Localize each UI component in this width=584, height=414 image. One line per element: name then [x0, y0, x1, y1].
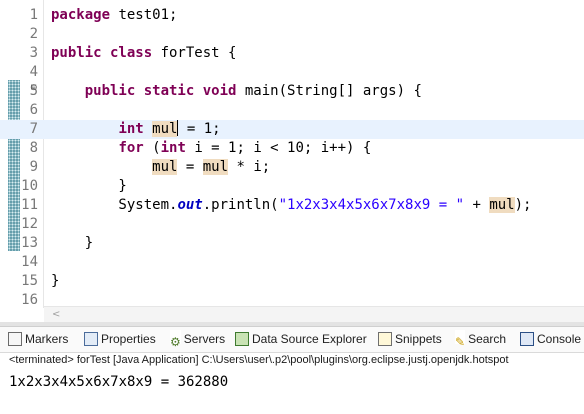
java-editor[interactable]: 1 package test01; 2 3 public class forTest {… — [0, 0, 584, 322]
code-token: System. — [51, 197, 178, 213]
line-number: 1 — [29, 7, 38, 23]
console-output-line: 1x2x3x4x5x6x7x8x9 = 362880 — [9, 374, 229, 390]
console-icon — [520, 332, 534, 346]
views-tab-bar: Markers Properties ⚙ Servers Data Source … — [0, 326, 584, 353]
keyword-token: int — [160, 140, 195, 156]
line-number: 3 — [29, 45, 38, 61]
tab-console[interactable]: Console — [520, 327, 581, 352]
keyword-token: public static void — [84, 83, 245, 99]
line-number: 11 — [21, 197, 38, 213]
tab-label: Search — [468, 332, 507, 346]
occurrence-highlight: mul — [152, 121, 178, 137]
code-line[interactable]: 3 public class forTest { — [0, 44, 584, 63]
code-text: public class forTest { — [51, 44, 236, 63]
line-number: 7 — [29, 121, 38, 137]
tab-properties[interactable]: Properties — [84, 327, 156, 352]
tab-servers[interactable]: ⚙ Servers — [170, 327, 225, 352]
line-number: 6 — [29, 102, 38, 118]
code-text: int mul = 1; — [51, 120, 221, 139]
occurrence-highlight: mul — [202, 159, 229, 175]
console-output-area[interactable]: 1x2x3x4x5x6x7x8x9 = 362880 — [0, 371, 584, 414]
line-number: 14 — [21, 254, 38, 270]
code-token: test01; — [118, 7, 178, 23]
tab-label: Servers — [183, 332, 226, 346]
keyword-token: for — [118, 140, 153, 156]
code-text: for (int i = 1; i < 10; i++) { — [51, 139, 371, 158]
tab-label: Properties — [101, 332, 156, 346]
code-token: } — [51, 273, 60, 289]
code-text: package test01; — [51, 6, 177, 25]
line-number: 10 — [21, 178, 38, 194]
data-source-explorer-icon — [235, 332, 249, 346]
code-token: = — [177, 159, 203, 175]
code-token: = 1; — [178, 121, 221, 137]
occurrence-highlight: mul — [152, 159, 178, 175]
code-token: forTest { — [160, 45, 237, 61]
occurrence-highlight: mul — [489, 197, 515, 213]
code-token: } — [51, 235, 94, 251]
tab-data-source-explorer[interactable]: Data Source Explorer — [235, 327, 367, 352]
line-number: 16 — [21, 292, 38, 308]
search-icon: ✎ — [455, 330, 466, 349]
keyword-token: public class — [51, 45, 161, 61]
line-number: 2 — [29, 26, 38, 42]
markers-icon — [8, 332, 22, 346]
code-line[interactable]: 12 — [0, 215, 584, 234]
fold-toggle-icon[interactable]: ⊖ — [30, 79, 38, 98]
code-text: } — [51, 177, 127, 196]
code-line[interactable]: 13 } — [0, 234, 584, 253]
scroll-left-icon[interactable]: < — [52, 307, 60, 322]
code-line[interactable]: 15} — [0, 272, 584, 291]
keyword-token: int — [118, 121, 153, 137]
line-number: 8 — [29, 140, 38, 156]
string-token: "1x2x3x4x5x6x7x8x9 = " — [278, 197, 465, 213]
code-token: main(String[] args) { — [244, 83, 422, 99]
code-line[interactable]: 1 package test01; — [0, 6, 584, 25]
tab-label: Markers — [25, 332, 69, 346]
line-number: 15 — [21, 273, 38, 289]
code-line[interactable]: 7 int mul = 1; — [0, 120, 584, 139]
code-line[interactable]: 14 — [0, 253, 584, 272]
code-text: mul = mul * i; — [51, 158, 270, 177]
code-line[interactable]: 8 for (int i = 1; i < 10; i++) { — [0, 139, 584, 158]
line-number: 9 — [29, 159, 38, 175]
tab-markers[interactable]: Markers — [8, 327, 68, 352]
tab-label: Console — [537, 332, 582, 346]
code-line[interactable]: 6 — [0, 101, 584, 120]
tab-label: Data Source Explorer — [252, 332, 367, 346]
properties-icon — [84, 332, 98, 346]
code-line[interactable]: 11 System.out.println("1x2x3x4x5x6x7x8x9… — [0, 196, 584, 215]
keyword-token: package — [51, 7, 119, 23]
code-line[interactable]: 10 } — [0, 177, 584, 196]
code-text: } — [51, 234, 93, 253]
code-token: + — [464, 197, 490, 213]
code-line[interactable]: 4 — [0, 63, 584, 82]
code-token: * i; — [228, 159, 271, 175]
tab-label: Snippets — [395, 332, 442, 346]
horizontal-scrollbar[interactable]: < — [44, 306, 584, 322]
code-token: ( — [152, 140, 161, 156]
code-line[interactable]: 9 mul = mul * i; — [0, 158, 584, 177]
code-token: .println( — [202, 197, 279, 213]
tab-snippets[interactable]: Snippets — [378, 327, 442, 352]
code-text: public static void main(String[] args) { — [51, 82, 422, 101]
servers-icon: ⚙ — [170, 330, 181, 349]
code-token: i = 1; i < 10; i++) { — [194, 140, 372, 156]
line-number: 13 — [21, 235, 38, 251]
code-token: ); — [514, 197, 532, 213]
code-line[interactable]: 2 — [0, 25, 584, 44]
code-token: } — [51, 178, 127, 194]
field-token: out — [177, 197, 203, 213]
code-text: } — [51, 272, 59, 291]
tab-search[interactable]: ✎ Search — [455, 327, 506, 352]
line-number: 12 — [21, 216, 38, 232]
code-line[interactable]: 5 ⊖ public static void main(String[] args… — [0, 82, 584, 101]
snippets-icon — [378, 332, 392, 346]
console-status-line: <terminated> forTest [Java Application] … — [9, 354, 509, 366]
code-text: System.out.println("1x2x3x4x5x6x7x8x9 = … — [51, 196, 531, 215]
